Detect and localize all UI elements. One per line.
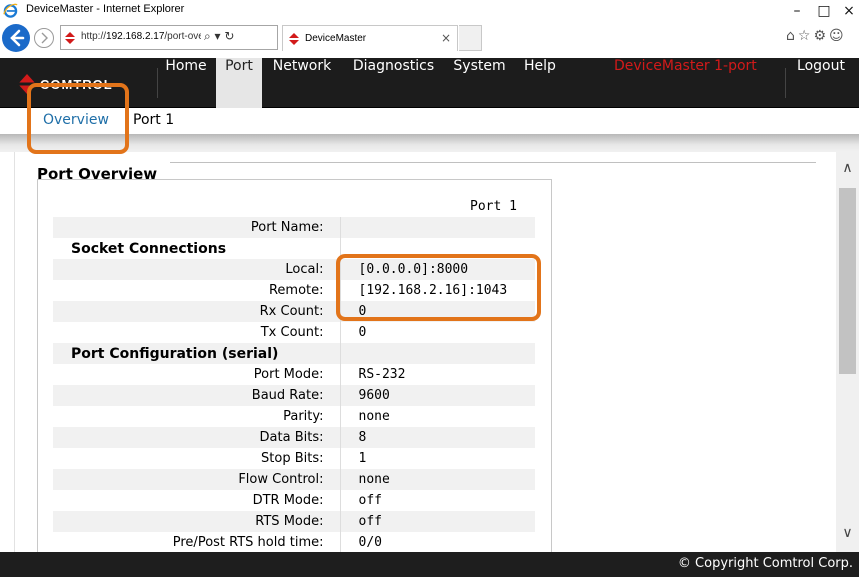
field-label: Rx Count:	[53, 301, 341, 322]
table-row: Tx Count: 0	[53, 322, 535, 343]
field-label: Parity:	[53, 406, 341, 427]
field-label: Local:	[53, 259, 341, 280]
address-actions-icon[interactable]: ⌕ ▾ ↻	[204, 29, 234, 44]
field-label: Remote:	[53, 280, 341, 301]
table-row: Pre/Post RTS hold time: 0/0	[53, 532, 535, 553]
field-label: Data Bits:	[53, 427, 341, 448]
section-heading: Socket Connections	[53, 238, 341, 259]
table-row: Baud Rate: 9600	[53, 385, 535, 406]
device-name: DeviceMaster 1-port	[614, 58, 757, 74]
field-label: Port Mode:	[53, 364, 341, 385]
copyright-text: © Copyright Comtrol Corp.	[677, 556, 853, 571]
field-value: off	[340, 511, 535, 532]
field-value	[340, 217, 535, 238]
field-label: Flow Control:	[53, 469, 341, 490]
highlight-overview-box	[27, 83, 129, 154]
field-label: RTS Mode:	[53, 511, 341, 532]
field-label: Pre/Post RTS hold time:	[53, 532, 341, 553]
window-title: DeviceMaster - Internet Explorer	[26, 3, 185, 15]
table-row: RTS Mode: off	[53, 511, 535, 532]
comtrol-favicon-icon	[64, 32, 76, 44]
subnav-port-1[interactable]: Port 1	[133, 112, 174, 128]
address-bar[interactable]: http://192.168.2.17/port-overviе ⌕ ▾ ↻	[60, 25, 278, 50]
section-heading: Port Configuration (serial)	[53, 343, 341, 364]
browser-tools-icon[interactable]: ⌂☆⚙☺	[786, 28, 847, 44]
nav-diagnostics[interactable]: Diagnostics	[343, 58, 444, 108]
nav-port[interactable]: Port	[216, 58, 262, 108]
nav-system[interactable]: System	[445, 58, 514, 108]
nav-network[interactable]: Network	[262, 58, 342, 108]
field-label: DTR Mode:	[53, 490, 341, 511]
table-body: Port 1 Port Name: Socket Connections Local…	[53, 196, 535, 553]
forward-arrow-icon	[41, 32, 48, 44]
table-row: Flow Control: none	[53, 469, 535, 490]
field-value: off	[358, 493, 382, 508]
field-value: none	[358, 409, 390, 424]
scroll-down-icon[interactable]: ∨	[836, 525, 859, 545]
browser-tab[interactable]: DeviceMaster ×	[282, 25, 458, 51]
field-value: RS-232	[358, 367, 406, 382]
comtrol-favicon-icon	[288, 33, 300, 45]
section-spacer	[340, 343, 535, 364]
field-value: 8	[340, 427, 535, 448]
field-value: none	[340, 469, 535, 490]
nav-home[interactable]: Home	[158, 58, 214, 108]
highlight-connections-box	[336, 254, 541, 321]
section-divider	[170, 162, 816, 163]
field-label: Baud Rate:	[53, 385, 341, 406]
field-value: 0/0	[358, 535, 382, 550]
back-button[interactable]	[2, 24, 30, 52]
nav-help[interactable]: Help	[514, 58, 566, 108]
logout-button[interactable]: Logout	[788, 58, 854, 108]
field-value: 1	[358, 451, 367, 466]
address-url[interactable]: http://192.168.2.17/port-overviе	[81, 31, 201, 42]
table-row: Port Name:	[53, 217, 535, 238]
field-label: Stop Bits:	[53, 448, 341, 469]
field-label: Port Name:	[53, 217, 341, 238]
window-titlebar: DeviceMaster - Internet Explorer – □ ×	[0, 0, 859, 22]
browser-toolbar: http://192.168.2.17/port-overviе ⌕ ▾ ↻ D…	[0, 22, 859, 58]
field-value: 0	[358, 325, 367, 340]
table-row: DTR Mode: off	[53, 490, 535, 511]
port-overview-table: Port 1 Port Name: Socket Connections Local…	[53, 196, 535, 553]
table-row: Port Mode: RS-232	[53, 364, 535, 385]
table-row: Data Bits: 8	[53, 427, 535, 448]
tab-close-icon[interactable]: ×	[441, 31, 451, 45]
forward-button[interactable]	[34, 28, 54, 48]
site-footer: © Copyright Comtrol Corp.	[0, 552, 859, 577]
field-value: 9600	[340, 385, 535, 406]
section-row: Port Configuration (serial)	[53, 343, 535, 364]
table-header-row: Port 1	[53, 196, 535, 217]
scroll-up-icon[interactable]: ∧	[836, 160, 859, 180]
tab-label: DeviceMaster	[305, 33, 367, 44]
scroll-thumb[interactable]	[839, 188, 856, 374]
vertical-scrollbar[interactable]: ∧ ∨	[836, 152, 859, 552]
nav-divider	[785, 68, 786, 98]
internet-explorer-icon	[3, 3, 18, 18]
close-window-button[interactable]: ×	[832, 0, 859, 22]
table-row: Stop Bits: 1	[53, 448, 535, 469]
new-tab-button[interactable]	[459, 25, 482, 51]
back-arrow-icon	[10, 29, 25, 47]
column-header-port-1: Port 1	[470, 199, 517, 214]
table-row: Parity: none	[53, 406, 535, 427]
field-label: Tx Count:	[53, 322, 341, 343]
